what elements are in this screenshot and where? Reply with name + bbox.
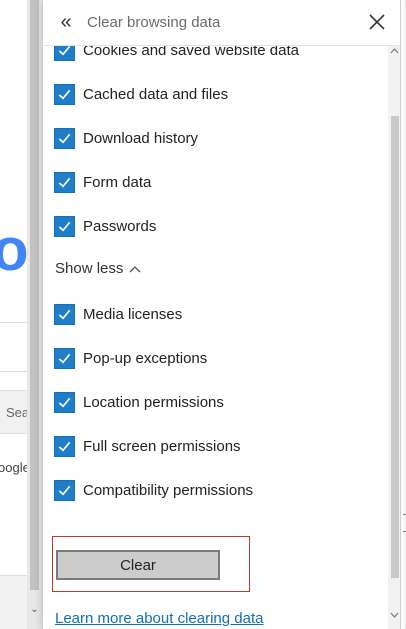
scroll-down-arrow-icon[interactable]: ⌄ — [29, 604, 40, 616]
panel-scrollbar[interactable] — [388, 46, 400, 629]
show-less-toggle[interactable]: Show less — [55, 260, 141, 277]
checkbox-row-media-licenses[interactable]: Media licenses — [54, 302, 182, 326]
checkbox[interactable] — [54, 127, 75, 149]
checkbox-row-compatibility-permissions[interactable]: Compatibility permissions — [54, 478, 253, 502]
checkbox-label: Full screen permissions — [83, 437, 241, 455]
double-chevron-left-icon[interactable]: « — [55, 11, 77, 33]
clear-browsing-data-panel: « Clear browsing data Cookies and saved … — [42, 0, 401, 629]
learn-more-link[interactable]: Learn more about clearing data — [55, 610, 263, 627]
checkbox[interactable] — [54, 171, 75, 193]
checkbox-row-form-data[interactable]: Form data — [54, 170, 151, 194]
checkbox-label: Pop-up exceptions — [83, 349, 208, 367]
checkbox-row-passwords[interactable]: Passwords — [54, 214, 156, 238]
checkbox-label: Media licenses — [83, 305, 183, 323]
checkbox[interactable] — [54, 435, 75, 457]
checkbox[interactable] — [54, 391, 75, 413]
checkbox-label: Cookies and saved website data — [83, 46, 299, 59]
checkbox[interactable] — [54, 479, 75, 501]
scroll-up-arrow-icon[interactable] — [390, 46, 399, 56]
background-footer-text: oogle — [0, 460, 30, 475]
checkbox[interactable] — [54, 303, 75, 325]
background-divider — [0, 322, 27, 323]
checkbox[interactable] — [54, 347, 75, 369]
checkbox[interactable] — [54, 46, 75, 61]
checkbox-label: Passwords — [83, 217, 157, 235]
checkbox-label: Cached data and files — [83, 85, 229, 103]
close-icon[interactable] — [367, 12, 387, 32]
background-footer — [0, 575, 27, 629]
background-search-tab[interactable]: Sear — [0, 390, 27, 434]
panel-content: Cookies and saved website data Cached da… — [43, 46, 388, 629]
checkbox-label: Form data — [83, 173, 152, 191]
scroll-down-arrow-icon[interactable] — [390, 610, 399, 620]
panel-title: Clear browsing data — [87, 14, 221, 31]
checkbox[interactable] — [54, 215, 75, 237]
panel-header: « Clear browsing data — [43, 0, 400, 46]
checkbox-label: Location permissions — [83, 393, 224, 411]
checkbox-row-download-history[interactable]: Download history — [54, 126, 198, 150]
checkbox-row-cookies[interactable]: Cookies and saved website data — [54, 46, 299, 62]
checkbox-label: Download history — [83, 129, 199, 147]
checkbox-row-popup-exceptions[interactable]: Pop-up exceptions — [54, 346, 207, 370]
background-scrollbar-thumb[interactable] — [30, 0, 39, 590]
checkbox[interactable] — [54, 83, 75, 105]
checkbox-label: Compatibility permissions — [83, 481, 254, 499]
show-less-label: Show less — [55, 260, 124, 277]
checkbox-row-full-screen-permissions[interactable]: Full screen permissions — [54, 434, 241, 458]
background-divider — [0, 371, 27, 372]
chevron-up-icon — [129, 265, 141, 272]
checkbox-row-cached[interactable]: Cached data and files — [54, 82, 228, 106]
checkbox-row-location-permissions[interactable]: Location permissions — [54, 390, 224, 414]
clear-button[interactable]: Clear — [56, 550, 220, 580]
panel-scrollbar-thumb[interactable] — [391, 116, 399, 578]
background-search-text: Sear — [6, 405, 27, 420]
